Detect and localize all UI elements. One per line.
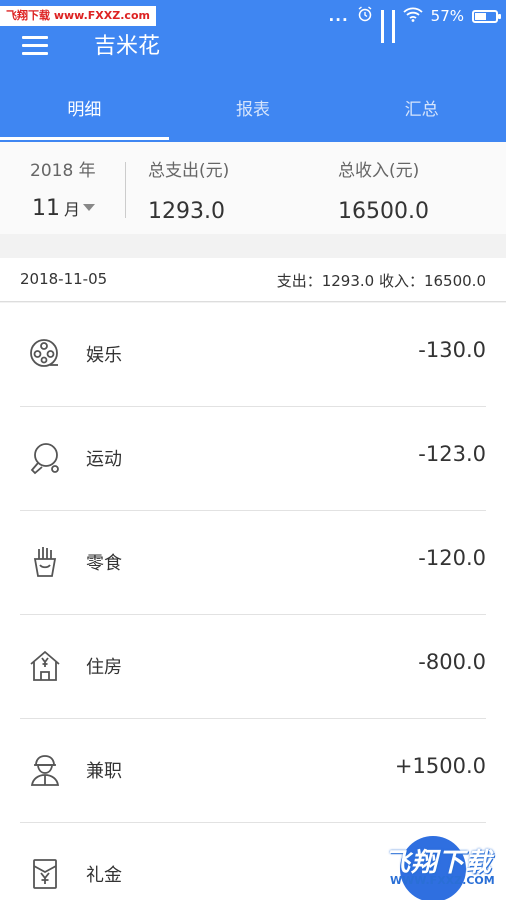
alarm-icon [357,6,373,26]
tab-summary[interactable]: 汇总 [337,84,506,140]
tab-bar: 明细 报表 汇总 [0,84,506,140]
item-amount: +1500.0 [394,754,486,778]
notification-dots: ... [328,7,349,25]
month-summary: 2018 年 11 月 总支出(元) 1293.0 总收入(元) 16500.0 [0,142,506,234]
caret-down-icon [83,204,96,211]
item-amount: -800.0 [418,650,486,674]
status-bar: 飞翔下载 www.FXXZ.com ... 57% [0,0,506,43]
income-label: 总收入(元) [338,161,420,181]
item-name: 礼金 [86,865,122,886]
watermark-url: WWW.FXXZ.COM [390,874,495,887]
item-name: 住房 [86,657,122,678]
ping-pong-icon [28,441,62,475]
red-envelope-icon [28,857,62,891]
wifi-icon [403,7,423,26]
list-item[interactable]: 零食 -120.0 [0,511,506,615]
house-yen-icon [28,649,62,683]
item-amount: -120.0 [418,546,486,570]
item-name: 零食 [86,553,122,574]
year-label: 2018 年 [30,161,96,181]
tab-detail[interactable]: 明细 [0,84,169,140]
tab-report[interactable]: 报表 [169,84,338,140]
day-header: 2018-11-05 支出：1293.0 收入：16500.0 [0,258,506,302]
income-summary: 总收入(元) 16500.0 [338,156,429,224]
item-name: 运动 [86,449,122,470]
watermark-logo-icon [338,846,378,886]
day-totals: 支出：1293.0 收入：16500.0 [276,272,486,290]
expense-value: 1293.0 [148,199,225,224]
expense-label: 总支出(元) [148,161,230,181]
item-amount: -123.0 [418,442,486,466]
battery-icon [472,9,501,23]
watermark-logo: 飞翔下载 WWW.FXXZ.COM [338,842,502,890]
list-item[interactable]: 兼职 +1500.0 [0,719,506,823]
expense-summary: 总支出(元) 1293.0 [148,156,229,224]
month-selector[interactable]: 11 月 [32,196,96,221]
income-value: 16500.0 [338,199,429,224]
signal-icon [380,10,384,43]
list-item[interactable]: 娱乐 -130.0 [0,303,506,407]
app-title: 吉米花 [94,34,161,59]
divider [125,162,126,218]
month-value: 11 [32,196,60,221]
item-amount: -130.0 [418,338,486,362]
worker-icon [28,753,62,787]
record-list: 娱乐 -130.0 运动 -123.0 零食 -120.0 住房 -800.0 … [0,303,506,900]
battery-percent: 57% [430,7,464,25]
app-header: 飞翔下载 www.FXXZ.com ... 57% 吉米花 明细 报表 汇总 [0,0,506,142]
item-name: 娱乐 [86,345,122,366]
watermark-badge: 飞翔下载 www.FXXZ.com [0,6,156,26]
month-unit: 月 [64,200,81,219]
fries-icon [28,545,62,579]
signal-icon-2 [391,10,395,43]
item-name: 兼职 [86,761,122,782]
list-item[interactable]: 运动 -123.0 [0,407,506,511]
status-icons: ... 57% [328,5,501,43]
menu-icon[interactable] [22,36,48,56]
list-item[interactable]: 住房 -800.0 [0,615,506,719]
day-date: 2018-11-05 [20,270,108,288]
film-reel-icon [28,337,62,371]
